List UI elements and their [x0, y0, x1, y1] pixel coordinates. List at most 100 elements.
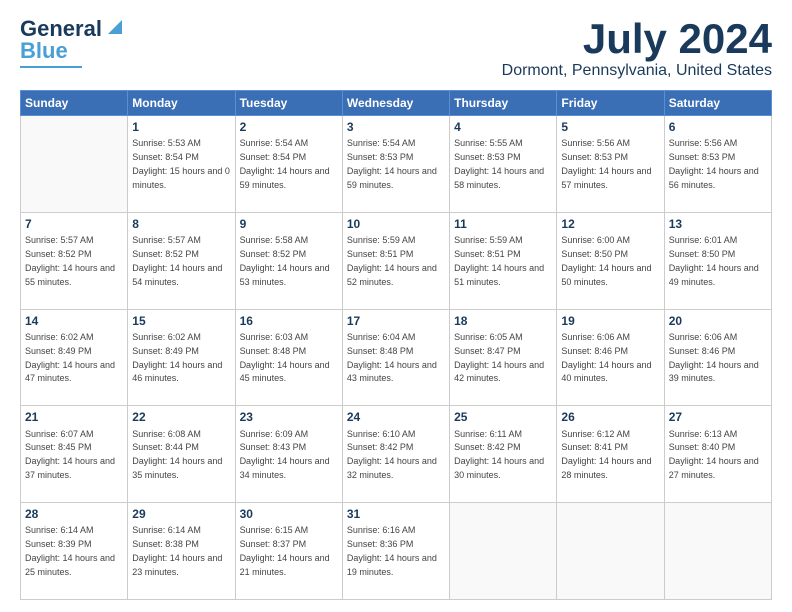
day-number: 19: [561, 313, 659, 329]
day-info: Sunrise: 6:14 AMSunset: 8:39 PMDaylight:…: [25, 525, 115, 576]
month-title: July 2024: [502, 16, 772, 62]
day-number: 27: [669, 409, 767, 425]
day-info: Sunrise: 6:02 AMSunset: 8:49 PMDaylight:…: [25, 332, 115, 383]
day-number: 2: [240, 119, 338, 135]
logo-icon: [104, 16, 126, 38]
day-info: Sunrise: 6:10 AMSunset: 8:42 PMDaylight:…: [347, 429, 437, 480]
col-friday: Friday: [557, 91, 664, 116]
table-row: 10 Sunrise: 5:59 AMSunset: 8:51 PMDaylig…: [342, 212, 449, 309]
day-info: Sunrise: 6:11 AMSunset: 8:42 PMDaylight:…: [454, 429, 544, 480]
table-row: [664, 503, 771, 600]
day-info: Sunrise: 5:54 AMSunset: 8:54 PMDaylight:…: [240, 138, 330, 189]
table-row: 9 Sunrise: 5:58 AMSunset: 8:52 PMDayligh…: [235, 212, 342, 309]
table-row: 29 Sunrise: 6:14 AMSunset: 8:38 PMDaylig…: [128, 503, 235, 600]
day-info: Sunrise: 5:57 AMSunset: 8:52 PMDaylight:…: [25, 235, 115, 286]
day-info: Sunrise: 5:54 AMSunset: 8:53 PMDaylight:…: [347, 138, 437, 189]
day-number: 25: [454, 409, 552, 425]
day-info: Sunrise: 6:13 AMSunset: 8:40 PMDaylight:…: [669, 429, 759, 480]
table-row: 23 Sunrise: 6:09 AMSunset: 8:43 PMDaylig…: [235, 406, 342, 503]
day-number: 29: [132, 506, 230, 522]
table-row: 12 Sunrise: 6:00 AMSunset: 8:50 PMDaylig…: [557, 212, 664, 309]
table-row: 18 Sunrise: 6:05 AMSunset: 8:47 PMDaylig…: [450, 309, 557, 406]
day-info: Sunrise: 6:09 AMSunset: 8:43 PMDaylight:…: [240, 429, 330, 480]
day-number: 28: [25, 506, 123, 522]
day-info: Sunrise: 6:02 AMSunset: 8:49 PMDaylight:…: [132, 332, 222, 383]
calendar-week-row: 28 Sunrise: 6:14 AMSunset: 8:39 PMDaylig…: [21, 503, 772, 600]
day-info: Sunrise: 5:56 AMSunset: 8:53 PMDaylight:…: [561, 138, 651, 189]
logo-divider: [20, 66, 82, 68]
table-row: 8 Sunrise: 5:57 AMSunset: 8:52 PMDayligh…: [128, 212, 235, 309]
day-info: Sunrise: 6:14 AMSunset: 8:38 PMDaylight:…: [132, 525, 222, 576]
header: General Blue July 2024 Dormont, Pennsylv…: [20, 16, 772, 80]
day-info: Sunrise: 6:06 AMSunset: 8:46 PMDaylight:…: [669, 332, 759, 383]
table-row: 3 Sunrise: 5:54 AMSunset: 8:53 PMDayligh…: [342, 116, 449, 213]
table-row: 22 Sunrise: 6:08 AMSunset: 8:44 PMDaylig…: [128, 406, 235, 503]
day-number: 31: [347, 506, 445, 522]
day-info: Sunrise: 6:06 AMSunset: 8:46 PMDaylight:…: [561, 332, 651, 383]
table-row: 2 Sunrise: 5:54 AMSunset: 8:54 PMDayligh…: [235, 116, 342, 213]
page: General Blue July 2024 Dormont, Pennsylv…: [0, 0, 792, 612]
day-number: 30: [240, 506, 338, 522]
table-row: 27 Sunrise: 6:13 AMSunset: 8:40 PMDaylig…: [664, 406, 771, 503]
day-number: 3: [347, 119, 445, 135]
calendar-week-row: 1 Sunrise: 5:53 AMSunset: 8:54 PMDayligh…: [21, 116, 772, 213]
calendar-week-row: 21 Sunrise: 6:07 AMSunset: 8:45 PMDaylig…: [21, 406, 772, 503]
col-saturday: Saturday: [664, 91, 771, 116]
day-number: 13: [669, 216, 767, 232]
day-number: 9: [240, 216, 338, 232]
day-info: Sunrise: 5:53 AMSunset: 8:54 PMDaylight:…: [132, 138, 230, 189]
table-row: [557, 503, 664, 600]
table-row: 15 Sunrise: 6:02 AMSunset: 8:49 PMDaylig…: [128, 309, 235, 406]
table-row: 17 Sunrise: 6:04 AMSunset: 8:48 PMDaylig…: [342, 309, 449, 406]
day-number: 7: [25, 216, 123, 232]
day-number: 21: [25, 409, 123, 425]
day-info: Sunrise: 5:57 AMSunset: 8:52 PMDaylight:…: [132, 235, 222, 286]
day-number: 24: [347, 409, 445, 425]
day-info: Sunrise: 6:07 AMSunset: 8:45 PMDaylight:…: [25, 429, 115, 480]
day-info: Sunrise: 5:56 AMSunset: 8:53 PMDaylight:…: [669, 138, 759, 189]
day-info: Sunrise: 5:55 AMSunset: 8:53 PMDaylight:…: [454, 138, 544, 189]
day-info: Sunrise: 6:04 AMSunset: 8:48 PMDaylight:…: [347, 332, 437, 383]
day-number: 5: [561, 119, 659, 135]
col-wednesday: Wednesday: [342, 91, 449, 116]
day-info: Sunrise: 6:08 AMSunset: 8:44 PMDaylight:…: [132, 429, 222, 480]
day-info: Sunrise: 6:05 AMSunset: 8:47 PMDaylight:…: [454, 332, 544, 383]
day-number: 12: [561, 216, 659, 232]
col-tuesday: Tuesday: [235, 91, 342, 116]
day-number: 16: [240, 313, 338, 329]
table-row: 24 Sunrise: 6:10 AMSunset: 8:42 PMDaylig…: [342, 406, 449, 503]
table-row: 13 Sunrise: 6:01 AMSunset: 8:50 PMDaylig…: [664, 212, 771, 309]
title-area: July 2024 Dormont, Pennsylvania, United …: [502, 16, 772, 80]
table-row: 5 Sunrise: 5:56 AMSunset: 8:53 PMDayligh…: [557, 116, 664, 213]
day-info: Sunrise: 6:15 AMSunset: 8:37 PMDaylight:…: [240, 525, 330, 576]
calendar-week-row: 7 Sunrise: 5:57 AMSunset: 8:52 PMDayligh…: [21, 212, 772, 309]
logo: General Blue: [20, 16, 126, 68]
day-number: 18: [454, 313, 552, 329]
col-thursday: Thursday: [450, 91, 557, 116]
location: Dormont, Pennsylvania, United States: [502, 62, 772, 80]
table-row: 28 Sunrise: 6:14 AMSunset: 8:39 PMDaylig…: [21, 503, 128, 600]
day-number: 17: [347, 313, 445, 329]
logo-blue: Blue: [20, 38, 68, 64]
col-monday: Monday: [128, 91, 235, 116]
calendar-table: Sunday Monday Tuesday Wednesday Thursday…: [20, 90, 772, 600]
table-row: [21, 116, 128, 213]
day-info: Sunrise: 6:16 AMSunset: 8:36 PMDaylight:…: [347, 525, 437, 576]
day-number: 15: [132, 313, 230, 329]
table-row: 21 Sunrise: 6:07 AMSunset: 8:45 PMDaylig…: [21, 406, 128, 503]
day-number: 4: [454, 119, 552, 135]
day-number: 26: [561, 409, 659, 425]
day-info: Sunrise: 6:00 AMSunset: 8:50 PMDaylight:…: [561, 235, 651, 286]
day-info: Sunrise: 6:12 AMSunset: 8:41 PMDaylight:…: [561, 429, 651, 480]
calendar-header-row: Sunday Monday Tuesday Wednesday Thursday…: [21, 91, 772, 116]
day-number: 23: [240, 409, 338, 425]
table-row: 14 Sunrise: 6:02 AMSunset: 8:49 PMDaylig…: [21, 309, 128, 406]
table-row: 31 Sunrise: 6:16 AMSunset: 8:36 PMDaylig…: [342, 503, 449, 600]
table-row: 4 Sunrise: 5:55 AMSunset: 8:53 PMDayligh…: [450, 116, 557, 213]
day-info: Sunrise: 5:59 AMSunset: 8:51 PMDaylight:…: [347, 235, 437, 286]
table-row: 19 Sunrise: 6:06 AMSunset: 8:46 PMDaylig…: [557, 309, 664, 406]
table-row: 7 Sunrise: 5:57 AMSunset: 8:52 PMDayligh…: [21, 212, 128, 309]
table-row: 6 Sunrise: 5:56 AMSunset: 8:53 PMDayligh…: [664, 116, 771, 213]
table-row: 20 Sunrise: 6:06 AMSunset: 8:46 PMDaylig…: [664, 309, 771, 406]
calendar-week-row: 14 Sunrise: 6:02 AMSunset: 8:49 PMDaylig…: [21, 309, 772, 406]
